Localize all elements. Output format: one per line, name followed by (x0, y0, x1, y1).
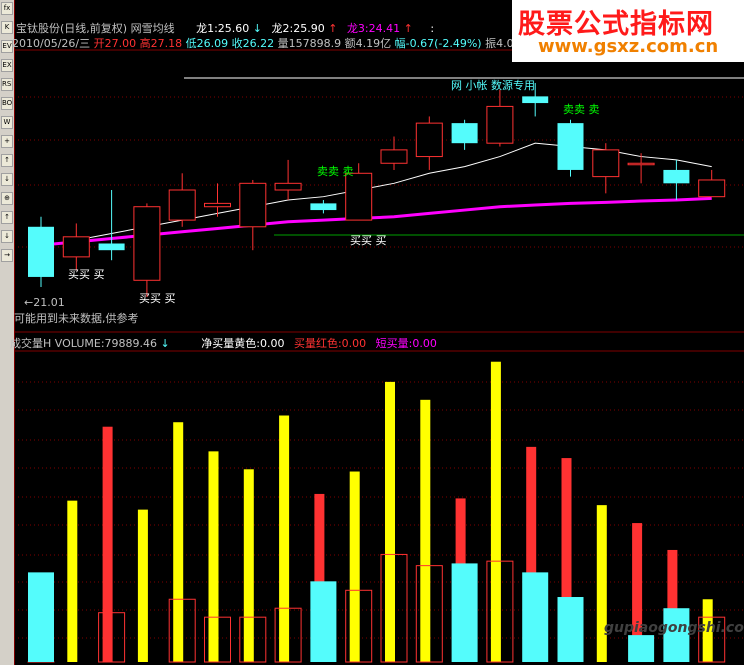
candle-body (274, 182, 302, 191)
candle-body (380, 149, 408, 164)
toolbar-button[interactable]: ↓ (1, 173, 13, 186)
net-yellow-value: 净买量黄色:0.00 (201, 337, 285, 350)
candle-body (592, 149, 620, 178)
stock-name: 宝钛股份(日线,前复权) (16, 22, 128, 35)
candle-body (98, 243, 125, 251)
candle-body (415, 122, 443, 158)
signal-buy-1: 买买 买 (350, 234, 387, 247)
toolbar-button[interactable]: ↑ (1, 154, 13, 167)
header-row-1: 宝钛股份(日线,前复权) 网雪均线 龙1:25.60 ↓ 龙2:25.90 ↑ … (16, 22, 434, 35)
volume-value: 量157898.9 (277, 37, 342, 50)
toolbar-button[interactable]: ⊕ (1, 192, 13, 205)
volume-bar-cyan (28, 572, 54, 662)
open-value: 开27.00 (93, 37, 137, 50)
watermark: gupiaogongshi.com (604, 620, 744, 636)
signal-buy-2: 买买 买 (68, 268, 105, 281)
toolbar-button[interactable]: → (1, 249, 13, 262)
candle-body (345, 172, 373, 221)
close-value: 收26.22 (231, 37, 275, 50)
date-value: 2010/05/26/三 (12, 37, 91, 50)
volume-arrow-icon: ↓ (160, 337, 170, 350)
signal-buy-3: 买买 买 (139, 292, 176, 305)
amplitude-value: 振4.0 (485, 37, 514, 50)
volume-header: 成交量H VOLUME:79889.46 ↓ 净买量黄色:0.00 买量红色:0… (10, 337, 437, 350)
short-buy-value: 短买量:0.00 (375, 337, 437, 350)
volume-bar-cyan (557, 597, 584, 662)
header-row-2: 2010/05/26/三 开27.00 高27.18 低26.09 收26.22… (12, 37, 514, 50)
candle-body (522, 96, 549, 104)
volume-bar-red (102, 426, 113, 662)
future-data-warning: 可能用到未来数据,供参考 (14, 312, 139, 325)
long2-arrow-icon: ↑ (328, 22, 338, 35)
candle-body (557, 123, 584, 170)
candle-body (310, 203, 337, 211)
volume-bar-yellow (279, 415, 290, 662)
volume-bar-yellow (385, 381, 395, 662)
side-toolbar: fx K EV EX RSI BO W + ↑ ↓ ⊕ ↑ ↓ → (0, 0, 15, 665)
volume-bar-yellow (208, 451, 219, 662)
toolbar-button[interactable]: BO (1, 97, 13, 110)
long3-value: 龙3:24.41 (346, 22, 401, 35)
toolbar-button[interactable]: W (1, 116, 13, 129)
volume-bar-cyan (628, 635, 655, 662)
volume-bar-yellow (67, 500, 78, 662)
toolbar-button[interactable]: EX (1, 59, 13, 72)
toolbar-button[interactable]: ↓ (1, 230, 13, 243)
toolbar-button[interactable]: ↑ (1, 211, 13, 224)
high-value: 高27.18 (139, 37, 183, 50)
volume-bar-yellow (420, 399, 431, 662)
candle-body (627, 162, 655, 166)
candle-body (698, 179, 726, 198)
candle-body (486, 105, 514, 144)
candle-body (168, 189, 196, 221)
volume-bar-yellow (137, 509, 148, 662)
long1-value: 龙1:25.60 (196, 22, 250, 35)
low-value: 低26.09 (185, 37, 229, 50)
header-colon: : (430, 22, 435, 35)
volume-current: VOLUME:79889.46 (54, 337, 158, 350)
ad-url: www.gsxz.com.cn (538, 36, 719, 57)
label-top: 网 小帐 数源专用 (451, 79, 535, 92)
volume-bar-yellow (490, 361, 501, 662)
chart-svg[interactable] (14, 0, 744, 665)
long3-arrow-icon: ↑ (403, 22, 413, 35)
toolbar-button[interactable]: K (1, 21, 13, 34)
candle-body (204, 202, 231, 208)
volume-bar-yellow (349, 471, 360, 662)
signal-sell-2: 卖卖 卖 (563, 103, 600, 116)
volume-bar-cyan (522, 572, 549, 662)
candle-body (28, 226, 54, 277)
volume-bar-cyan (451, 563, 478, 662)
toolbar-button[interactable]: RSI (1, 78, 13, 91)
volume-bar-yellow (243, 469, 254, 662)
signal-sell-1: 卖卖 卖 (317, 165, 354, 178)
low-price-marker: ←21.01 (24, 296, 65, 309)
candle-body (663, 169, 690, 184)
volume-bar-yellow (173, 422, 184, 662)
toolbar-button[interactable]: fx (1, 2, 13, 15)
volume-panel-title: 成交量H (10, 337, 52, 350)
toolbar-button[interactable]: + (1, 135, 13, 148)
amount-value: 额4.19亿 (344, 37, 392, 50)
indicator-name: 网雪均线 (130, 22, 175, 35)
ad-banner[interactable]: 股票公式指标网 www.gsxz.com.cn (512, 0, 744, 62)
candle-body (239, 182, 267, 228)
candle-body (133, 206, 161, 281)
long1-arrow-icon: ↓ (252, 22, 263, 35)
buy-red-value: 买量红色:0.00 (293, 337, 367, 350)
chart-area[interactable]: 宝钛股份(日线,前复权) 网雪均线 龙1:25.60 ↓ 龙2:25.90 ↑ … (10, 0, 744, 665)
volume-bar-yellow (596, 505, 607, 662)
long2-value: 龙2:25.90 (271, 22, 325, 35)
candle-body (62, 236, 90, 258)
change-value: 幅-0.67(-2.49%) (394, 37, 482, 50)
volume-bar-cyan (310, 581, 337, 662)
candle-body (451, 123, 478, 144)
